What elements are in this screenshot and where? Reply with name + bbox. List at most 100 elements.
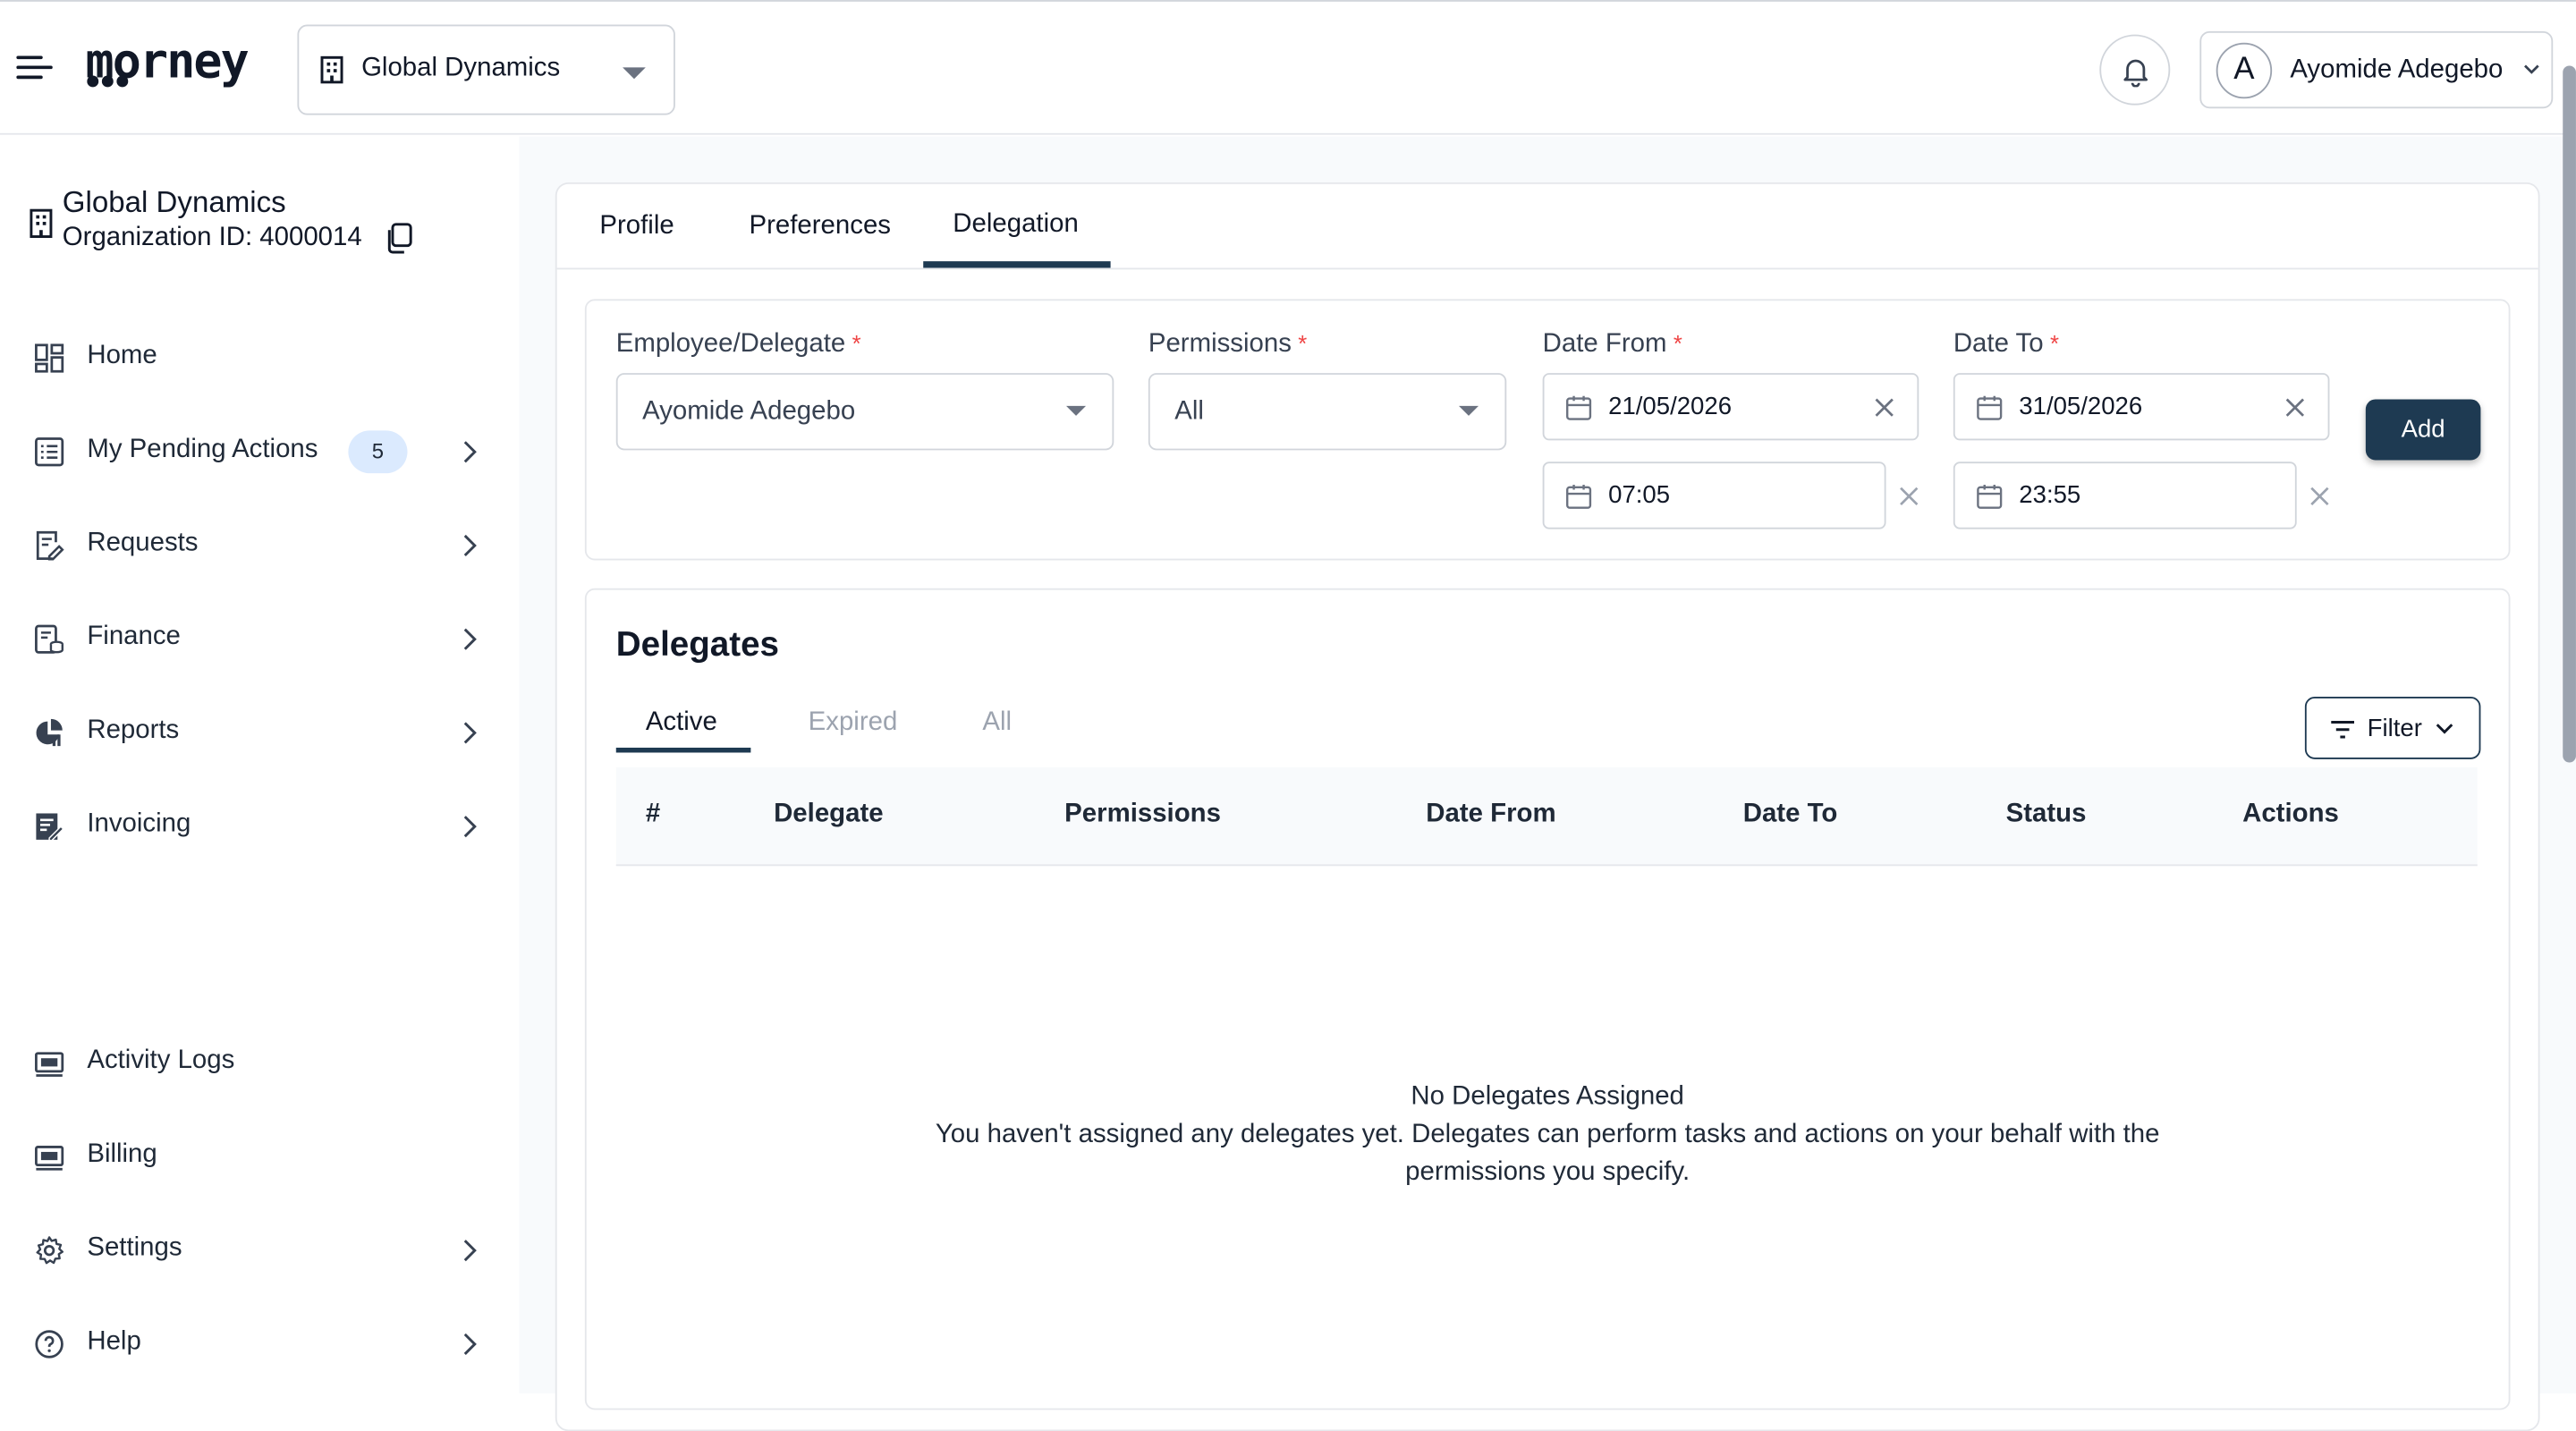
chevron-right-icon <box>463 722 477 744</box>
sidebar-item-billing[interactable]: Billing <box>0 1121 519 1193</box>
filter-button[interactable]: Filter <box>2304 697 2481 759</box>
sidebar: Global Dynamics Organization ID: 4000014… <box>0 136 520 1394</box>
chevron-right-icon <box>463 1240 477 1262</box>
add-delegate-button[interactable]: Add <box>2365 399 2481 461</box>
table-header: # Delegate Permissions Date From Date To… <box>615 767 2478 867</box>
sidebar-item-home[interactable]: Home <box>0 322 519 394</box>
logo: morney <box>86 31 270 97</box>
time-to-value: 23:55 <box>2019 481 2081 510</box>
top-bar: morney Global Dynamics A Ayomide Adegebo <box>0 0 2576 135</box>
building-icon <box>30 208 53 239</box>
pie-chart-icon <box>36 718 63 747</box>
filter-label: Filter <box>2367 715 2422 743</box>
empty-state-message-line1: You haven't assigned any delegates yet. … <box>935 1121 2160 1149</box>
menu-icon[interactable] <box>16 53 53 82</box>
sidebar-item-label: My Pending Actions <box>87 435 318 464</box>
required-mark: * <box>1673 330 1682 357</box>
user-menu-button[interactable]: A Ayomide Adegebo <box>2199 30 2554 109</box>
page-scrollbar[interactable] <box>2563 65 2576 763</box>
empty-state-message-line2: permissions you specify. <box>1405 1158 1690 1187</box>
column-header-date-from: Date From <box>1426 800 1556 828</box>
time-from-input[interactable]: 07:05 <box>1542 461 1886 529</box>
employee-select[interactable]: Ayomide Adegebo <box>615 373 1114 451</box>
caret-down-icon <box>1066 405 1087 416</box>
employee-select-value: Ayomide Adegebo <box>642 397 856 426</box>
date-to-label: Date To * <box>1953 330 2059 360</box>
avatar: A <box>2216 42 2273 99</box>
sidebar-item-label: Activity Logs <box>87 1046 235 1075</box>
caret-down-icon <box>1458 405 1479 416</box>
time-from-value: 07:05 <box>1608 481 1671 510</box>
required-mark: * <box>2049 330 2059 357</box>
sidebar-item-label: Reports <box>87 716 180 745</box>
subtab-active[interactable]: Active <box>646 708 717 738</box>
employee-label-text: Employee/Delegate <box>615 330 846 359</box>
employee-label: Employee/Delegate * <box>616 330 861 360</box>
time-to-input[interactable]: 23:55 <box>1953 461 2297 529</box>
sidebar-item-finance[interactable]: Finance <box>0 603 519 675</box>
sidebar-item-label: Invoicing <box>87 809 191 839</box>
caret-down-icon <box>623 67 646 80</box>
date-to-input[interactable]: 31/05/2026 <box>1953 373 2330 441</box>
sidebar-item-label: Billing <box>87 1140 157 1169</box>
sidebar-item-activity-logs[interactable]: Activity Logs <box>0 1027 519 1099</box>
copy-icon[interactable] <box>385 222 414 255</box>
organization-id: Organization ID: 4000014 <box>62 223 362 252</box>
date-from-label: Date From * <box>1543 330 1682 360</box>
help-icon <box>35 1330 64 1359</box>
sidebar-item-label: Settings <box>87 1233 182 1263</box>
date-from-value: 21/05/2026 <box>1608 393 1733 421</box>
sidebar-item-label: Requests <box>87 529 199 557</box>
organization-info: Global Dynamics Organization ID: 4000014 <box>30 186 506 268</box>
list-icon <box>35 437 64 467</box>
filter-icon <box>2331 721 2354 739</box>
billing-icon <box>35 1146 64 1171</box>
sidebar-item-invoicing[interactable]: Invoicing <box>0 791 519 863</box>
date-to-label-text: Date To <box>1953 330 2044 359</box>
calendar-icon <box>1566 395 1592 420</box>
organization-selector[interactable]: Global Dynamics <box>297 24 675 115</box>
clear-date-to-icon[interactable] <box>2284 396 2307 419</box>
finance-icon <box>35 624 64 654</box>
date-from-input[interactable]: 21/05/2026 <box>1542 373 1919 441</box>
sidebar-item-reports[interactable]: Reports <box>0 697 519 769</box>
bell-icon <box>2123 59 2148 88</box>
clear-time-to-icon[interactable] <box>2309 485 2332 508</box>
tab-preferences[interactable]: Preferences <box>750 212 891 241</box>
required-mark: * <box>1298 330 1308 357</box>
subtab-all[interactable]: All <box>982 708 1012 738</box>
sidebar-item-my-pending-actions[interactable]: My Pending Actions 5 <box>0 416 519 488</box>
calendar-icon <box>1566 485 1592 509</box>
column-header-index: # <box>645 800 661 828</box>
column-header-delegate: Delegate <box>774 800 884 828</box>
active-subtab-indicator <box>615 747 751 753</box>
notifications-button[interactable] <box>2099 34 2171 106</box>
tab-profile[interactable]: Profile <box>599 212 674 241</box>
column-header-date-to: Date To <box>1742 800 1838 828</box>
gear-icon <box>36 1236 64 1265</box>
chevron-down-icon <box>2524 64 2539 74</box>
chevron-right-icon <box>463 816 477 838</box>
column-header-permissions: Permissions <box>1064 800 1221 828</box>
pending-count-badge: 5 <box>348 430 408 474</box>
sidebar-item-settings[interactable]: Settings <box>0 1215 519 1287</box>
permissions-select[interactable]: All <box>1148 373 1507 451</box>
calendar-icon <box>1977 395 2003 420</box>
chevron-right-icon <box>463 441 477 463</box>
clear-time-from-icon[interactable] <box>1897 485 1920 508</box>
column-header-status: Status <box>2005 800 2087 828</box>
invoice-icon <box>36 813 64 842</box>
subtab-expired[interactable]: Expired <box>809 708 898 738</box>
sidebar-item-requests[interactable]: Requests <box>0 510 519 582</box>
user-name: Ayomide Adegebo <box>2290 55 2504 84</box>
sidebar-item-label: Finance <box>87 622 181 651</box>
empty-state-title: No Delegates Assigned <box>1411 1082 1684 1112</box>
sidebar-item-label: Help <box>87 1327 141 1356</box>
delegates-panel: Delegates Active Expired All Filter # De… <box>584 588 2511 1410</box>
clear-date-from-icon[interactable] <box>1873 396 1896 419</box>
sidebar-item-label: Home <box>87 342 157 370</box>
sidebar-item-help[interactable]: Help <box>0 1308 519 1380</box>
organization-name: Global Dynamics <box>62 185 286 219</box>
edit-document-icon <box>36 530 64 561</box>
tab-delegation[interactable]: Delegation <box>953 210 1079 240</box>
